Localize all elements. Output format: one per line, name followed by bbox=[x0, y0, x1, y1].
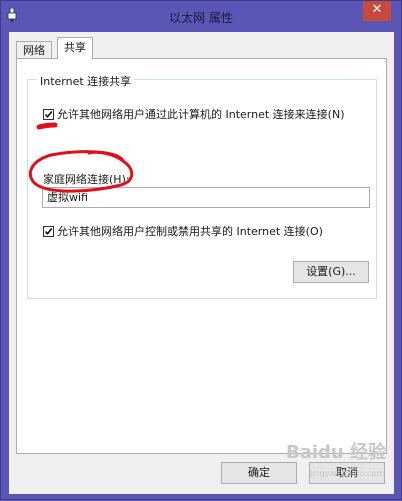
close-button[interactable]: ✕ bbox=[363, 1, 391, 21]
baidu-watermark: Baidu 经验 bbox=[285, 442, 386, 463]
properties-window: 以太网 属性 ✕ 网络 共享 Internet 连接共享 允许其他网络用户通过此… bbox=[0, 0, 402, 500]
ics-group-legend: Internet 连接共享 bbox=[37, 73, 135, 89]
allow-connect-label: 允许其他网络用户通过此计算机的 Internet 连接来连接(N) bbox=[57, 108, 345, 121]
close-icon: ✕ bbox=[371, 2, 383, 17]
sharing-panel: Internet 连接共享 允许其他网络用户通过此计算机的 Internet 连… bbox=[16, 58, 387, 454]
checkmark-icon bbox=[44, 227, 53, 235]
allow-control-checkbox[interactable] bbox=[43, 225, 54, 237]
ok-button[interactable]: 确定 bbox=[221, 462, 297, 484]
allow-connect-checkbox[interactable] bbox=[43, 108, 54, 120]
tab-network[interactable]: 网络 bbox=[16, 41, 52, 59]
home-network-label: 家庭网络连接(H): bbox=[43, 173, 130, 186]
window-title: 以太网 属性 bbox=[169, 11, 233, 25]
dialog-client-area: 网络 共享 Internet 连接共享 允许其他网络用户通过此计算机的 Inte… bbox=[9, 32, 394, 494]
home-network-label-row: 家庭网络连接(H): bbox=[43, 171, 130, 187]
allow-control-option[interactable]: 允许其他网络用户控制或禁用共享的 Internet 连接(O) bbox=[43, 223, 323, 239]
home-network-field[interactable]: 虚拟wifi bbox=[42, 187, 370, 208]
baidu-watermark-url: jingyan.baidu.com bbox=[310, 469, 384, 478]
allow-control-label: 允许其他网络用户控制或禁用共享的 Internet 连接(O) bbox=[57, 225, 323, 238]
checkmark-icon bbox=[44, 110, 53, 118]
settings-button[interactable]: 设置(G)... bbox=[293, 261, 369, 283]
allow-connect-option[interactable]: 允许其他网络用户通过此计算机的 Internet 连接来连接(N) bbox=[43, 106, 344, 122]
title-bar[interactable]: 以太网 属性 ✕ bbox=[1, 1, 401, 31]
tab-sharing[interactable]: 共享 bbox=[57, 37, 93, 59]
